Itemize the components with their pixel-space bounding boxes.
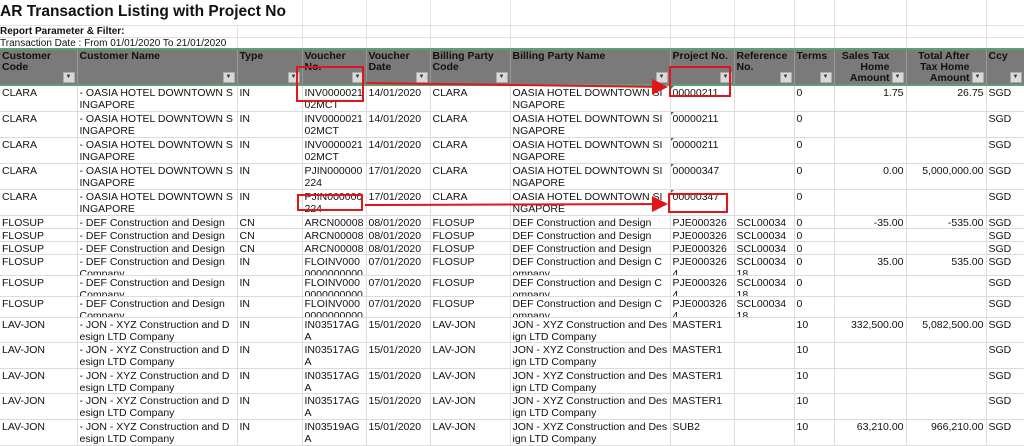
table-cell[interactable]: 63,210.00 (834, 420, 906, 446)
cell-value: SUB2 (671, 420, 734, 445)
table-cell[interactable]: 15/01/2020 (366, 420, 430, 446)
table-cell[interactable]: SGD (986, 420, 1024, 446)
table-cell[interactable]: LAV-JON (430, 420, 510, 446)
table-cell[interactable]: - JON - XYZ Construction and Design LTD … (77, 420, 237, 446)
cell-value: 63,210.00 (835, 420, 906, 445)
cell-value: LAV-JON (431, 420, 510, 445)
table-cell[interactable]: 10 (794, 420, 834, 446)
table-cell[interactable]: 966,210.00 (906, 420, 986, 446)
cell-value: SGD (987, 420, 1024, 445)
table-cell[interactable]: SUB2 (670, 420, 734, 446)
table-cell[interactable] (734, 420, 794, 446)
table-cell[interactable]: IN (237, 420, 302, 446)
table-cell[interactable]: IN03519AGA (302, 420, 366, 446)
cell-value: 10 (795, 420, 834, 445)
cell-value: 15/01/2020 (367, 420, 430, 445)
arrow-voucher-to-project-1 (366, 83, 666, 87)
cell-value: LAV-JON (0, 420, 77, 445)
table-row: LAV-JON - JON - XYZ Construction and Des… (0, 420, 1024, 446)
cell-value: IN03519AGA (303, 420, 366, 445)
cell-value (735, 420, 794, 445)
cell-value: 966,210.00 (907, 420, 986, 445)
cell-value: JON - XYZ Construction and Design LTD Co… (511, 420, 670, 445)
arrow-voucher-to-project-2 (365, 204, 666, 205)
cell-value: IN (238, 420, 302, 445)
cell-value: - JON - XYZ Construction and Design LTD … (78, 420, 237, 445)
annotation-arrows (0, 0, 1024, 400)
table-cell[interactable]: JON - XYZ Construction and Design LTD Co… (510, 420, 670, 446)
table-cell[interactable]: LAV-JON (0, 420, 77, 446)
